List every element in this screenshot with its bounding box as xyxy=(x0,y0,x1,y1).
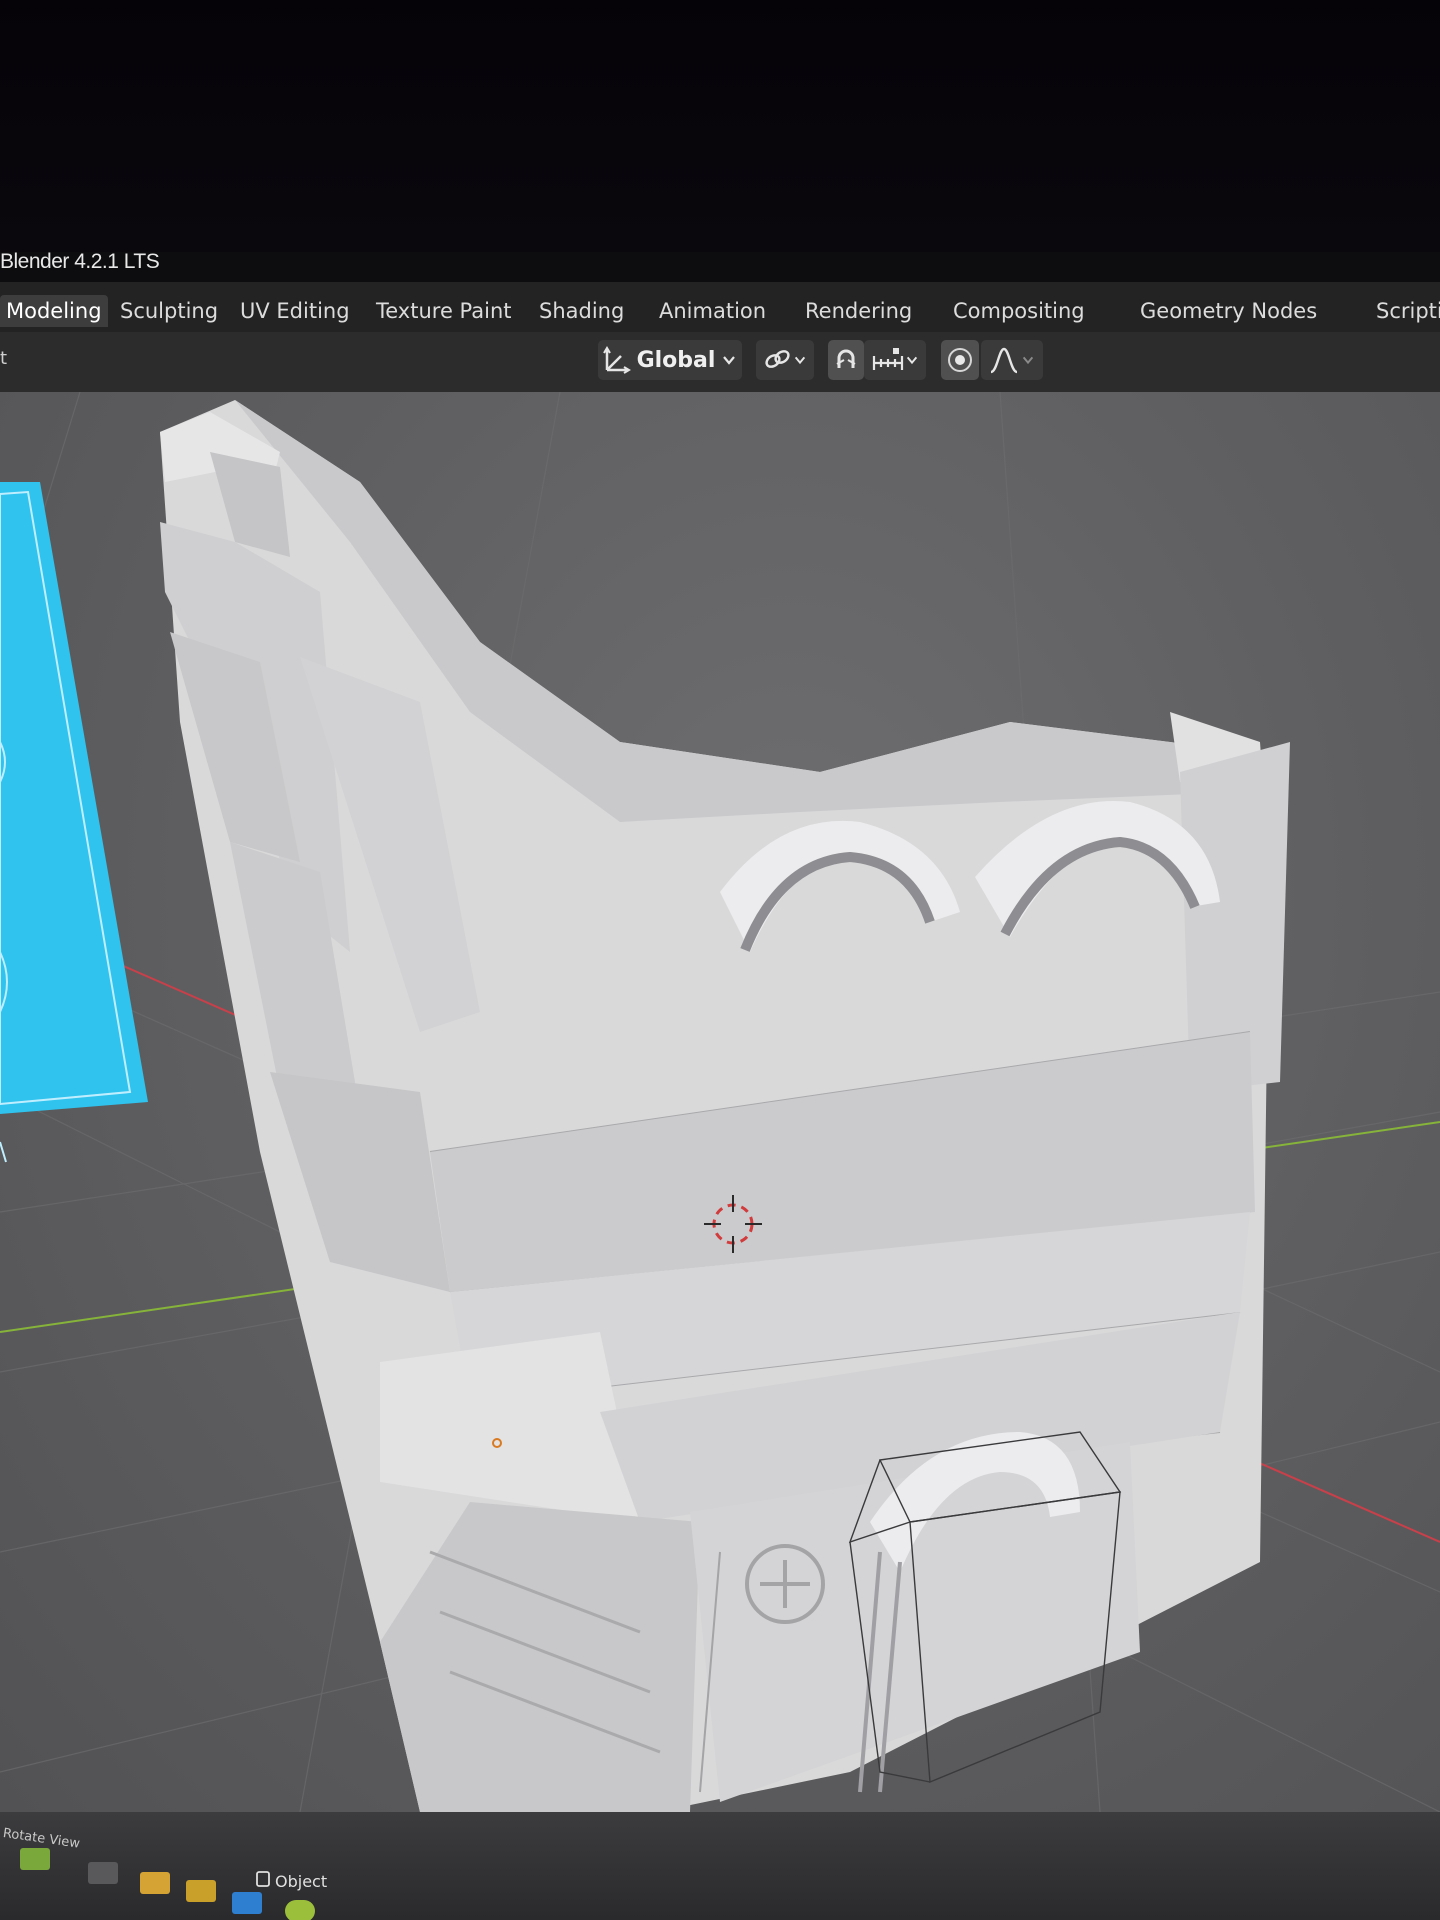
transform-orientation-icon xyxy=(602,346,631,374)
title-bar xyxy=(0,252,1440,282)
app-title: Blender 4.2.1 LTS xyxy=(0,250,160,273)
object-mode-label: Object xyxy=(275,1871,328,1891)
proportional-editing-toggle[interactable] xyxy=(941,340,979,380)
link-icon xyxy=(763,347,793,373)
snap-toggle[interactable] xyxy=(828,340,864,380)
taskbar-app-icon[interactable] xyxy=(232,1892,262,1914)
header-menu-label[interactable]: t xyxy=(0,348,7,369)
taskbar-app-icon[interactable] xyxy=(186,1880,216,1902)
tab-uv-editing[interactable]: UV Editing xyxy=(234,295,356,327)
tab-compositing[interactable]: Compositing xyxy=(947,295,1091,327)
tab-sculpting[interactable]: Sculpting xyxy=(114,295,224,327)
tab-modeling[interactable]: Modeling xyxy=(0,295,108,327)
tab-texture-paint[interactable]: Texture Paint xyxy=(370,295,518,327)
reference-image xyxy=(0,482,148,1163)
viewport-scene xyxy=(0,392,1440,1812)
chevron-down-icon xyxy=(793,353,807,367)
tab-rendering[interactable]: Rendering xyxy=(799,295,918,327)
workspace-tab-bar: Modeling Sculpting UV Editing Texture Pa… xyxy=(0,282,1440,333)
chevron-down-icon xyxy=(721,352,737,368)
magnet-icon xyxy=(832,346,860,374)
tab-geometry-nodes[interactable]: Geometry Nodes xyxy=(1134,295,1323,327)
house-model xyxy=(160,400,1290,1812)
3d-viewport[interactable] xyxy=(0,392,1440,1812)
tab-shading[interactable]: Shading xyxy=(533,295,630,327)
folder-icon[interactable] xyxy=(140,1872,170,1894)
taskbar-app-icon[interactable] xyxy=(285,1900,315,1920)
taskbar-app-icon[interactable] xyxy=(20,1848,50,1870)
status-bar xyxy=(0,1812,1440,1920)
transform-orientation-dropdown[interactable]: Global xyxy=(598,340,742,380)
falloff-curve-icon xyxy=(989,346,1021,374)
proportional-falloff-dropdown[interactable] xyxy=(981,340,1043,380)
monitor-bezel xyxy=(0,0,1440,252)
snap-target-dropdown[interactable] xyxy=(864,340,926,380)
tab-scripting[interactable]: Scripting xyxy=(1370,295,1440,327)
taskbar-app-icon[interactable] xyxy=(88,1862,118,1884)
monitor-screen: Blender 4.2.1 LTS Modeling Sculpting UV … xyxy=(0,0,1440,1920)
proportional-editing-icon xyxy=(946,346,974,374)
tab-animation[interactable]: Animation xyxy=(653,295,772,327)
object-mode-selector[interactable]: Object xyxy=(255,1870,327,1892)
pivot-point-dropdown[interactable] xyxy=(756,340,814,380)
chevron-down-icon xyxy=(1021,353,1035,367)
transform-orientation-label: Global xyxy=(636,347,716,373)
snap-increment-icon xyxy=(871,346,905,374)
chevron-down-icon xyxy=(905,353,919,367)
object-mode-icon xyxy=(255,1870,271,1892)
